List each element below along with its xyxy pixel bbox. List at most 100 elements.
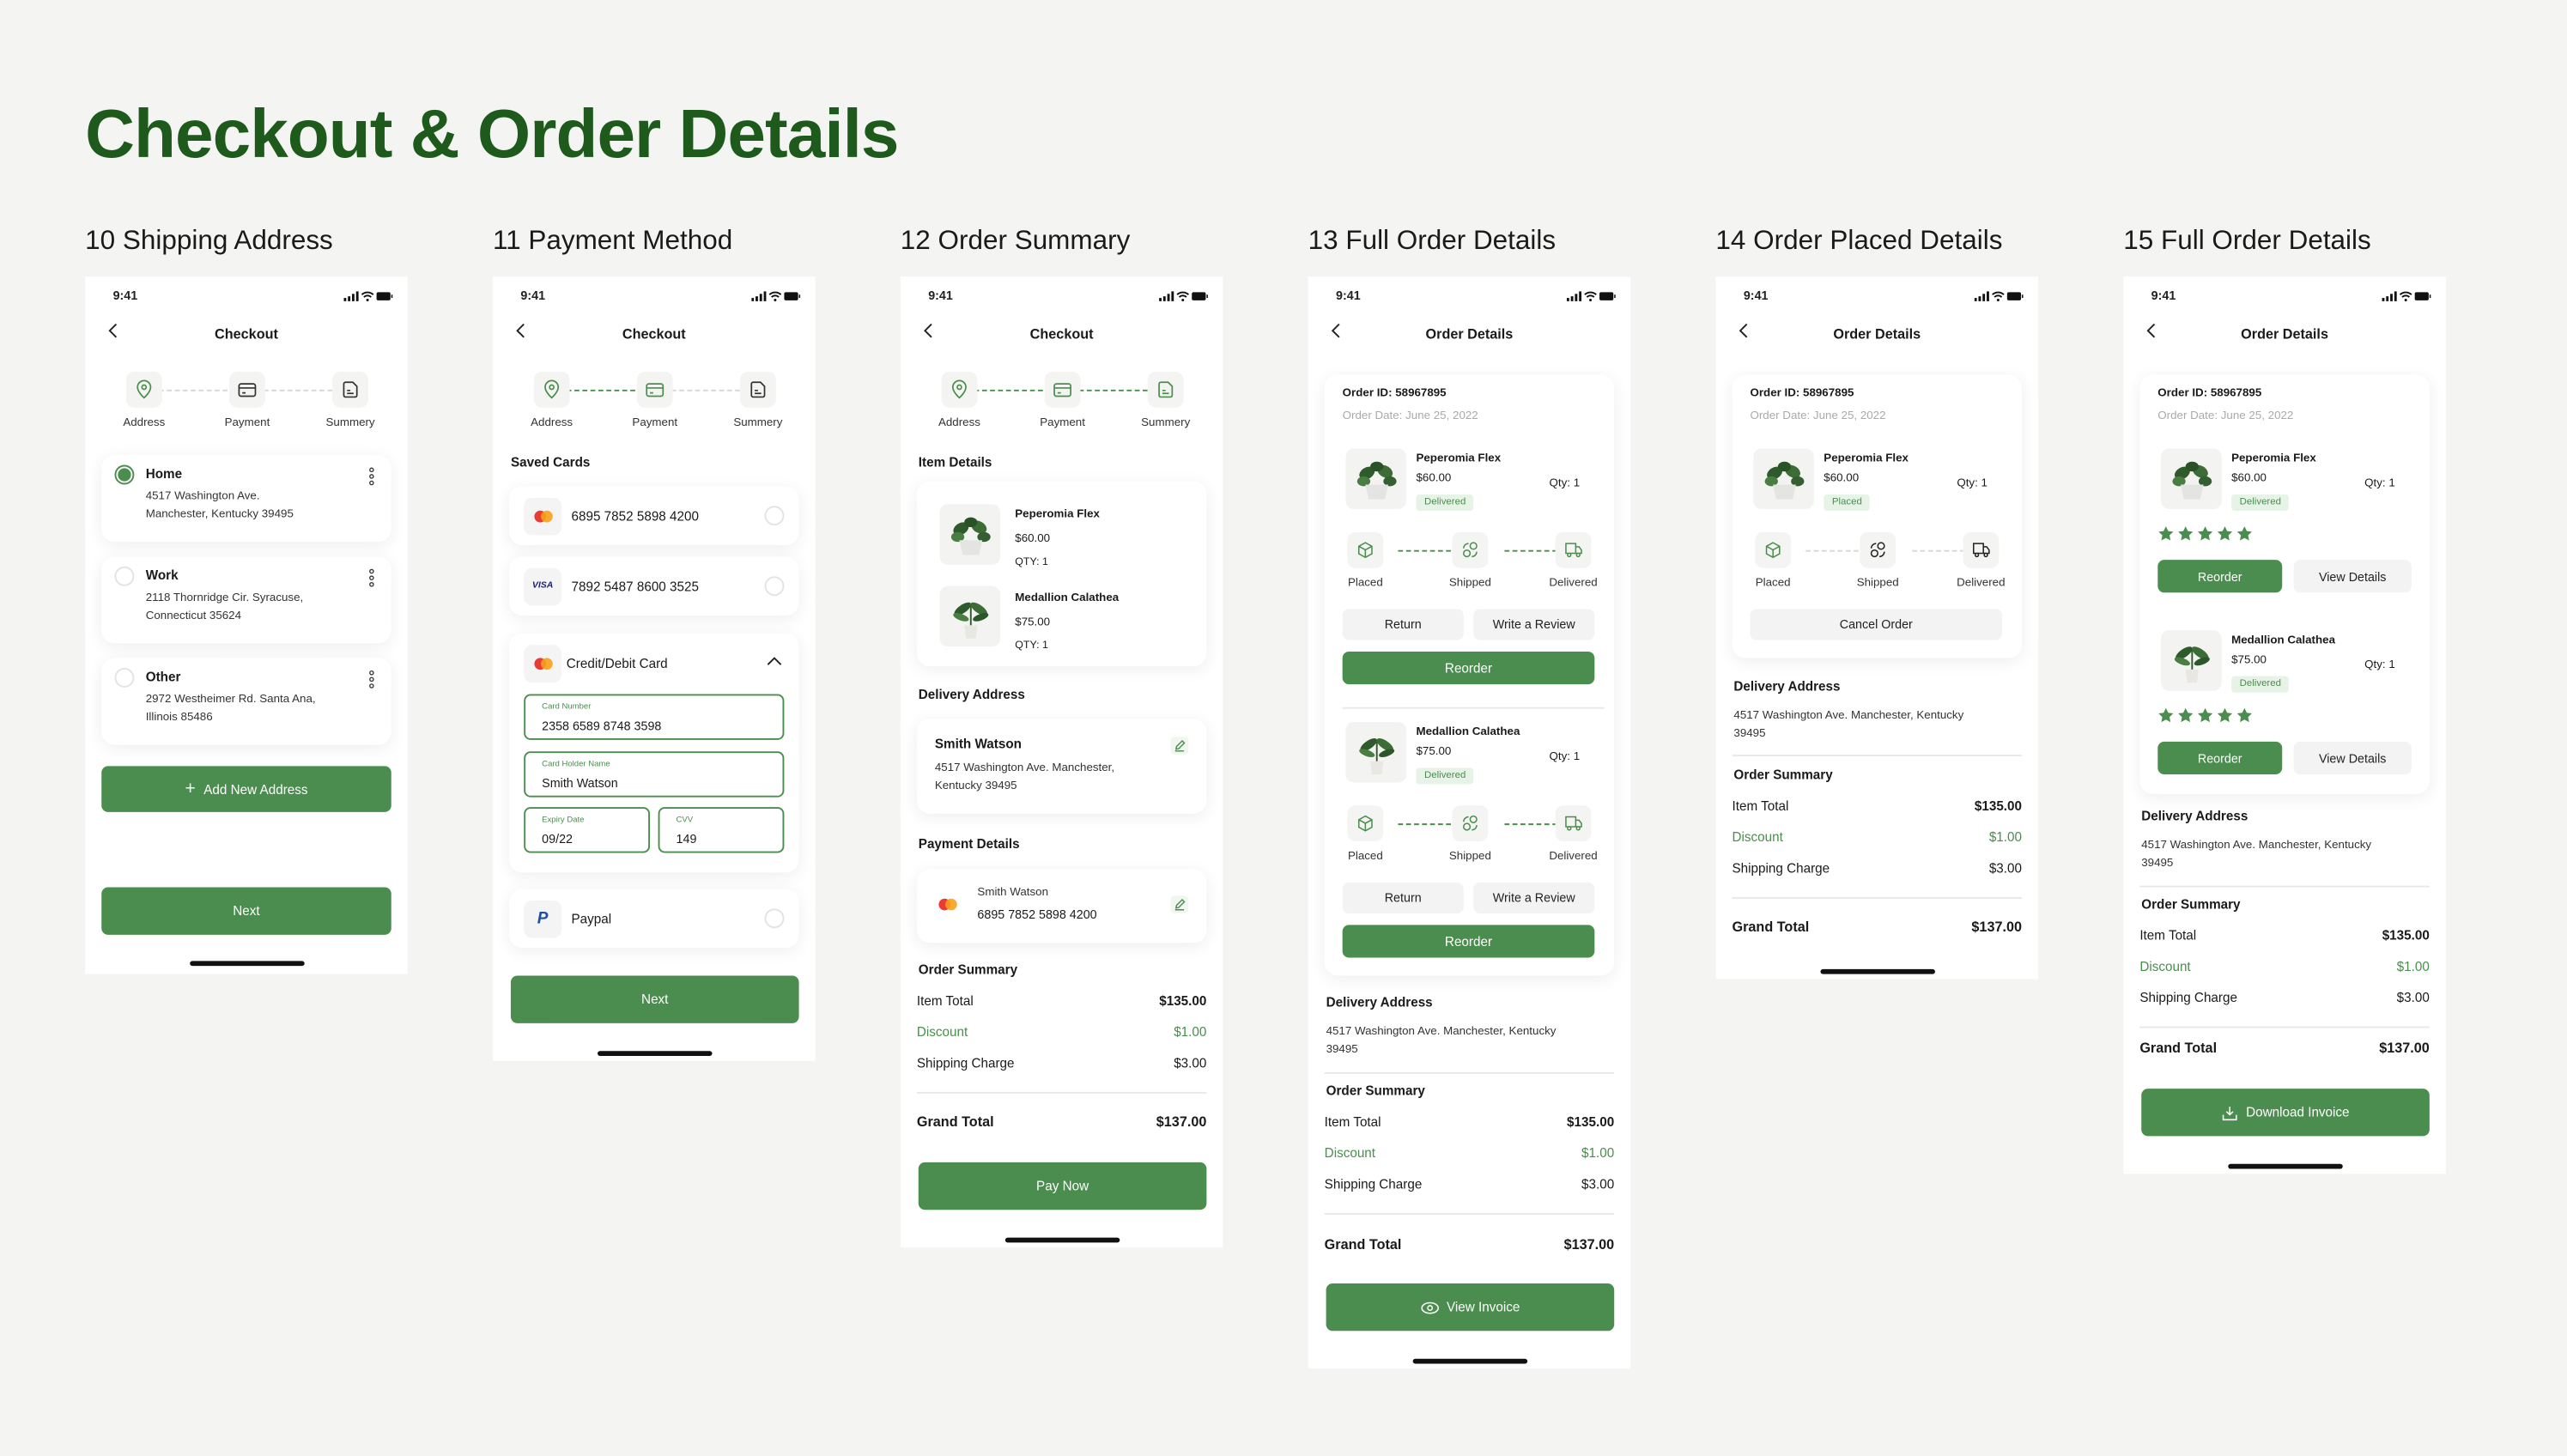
view-details-button[interactable]: View Details xyxy=(2293,560,2412,593)
screen-label-14: 14 Order Placed Details xyxy=(1715,226,2003,256)
star-icon[interactable] xyxy=(2217,525,2233,542)
return-button[interactable]: Return xyxy=(1342,882,1464,914)
status-time: 9:41 xyxy=(520,288,546,303)
product-qty: QTY: 1 xyxy=(1015,640,1048,652)
paypal-option[interactable]: P Paypal xyxy=(509,889,799,949)
star-icon[interactable] xyxy=(2157,707,2174,724)
divider xyxy=(1732,755,2023,756)
product-price: $60.00 xyxy=(2231,473,2267,485)
cardholder-name: Smith Watson xyxy=(977,887,1049,899)
divider xyxy=(2139,885,2430,888)
address-name: Work xyxy=(145,567,179,583)
cancel-order-button[interactable]: Cancel Order xyxy=(1750,609,2003,640)
reorder-button[interactable]: Reorder xyxy=(2157,560,2283,593)
star-icon[interactable] xyxy=(2197,707,2213,724)
step-summary: Summery xyxy=(717,371,798,429)
more-options-icon[interactable] xyxy=(368,568,375,588)
delivery-address-text: 4517 Washington Ave. Manchester, Kentuck… xyxy=(1733,710,1964,740)
expiry-date-field[interactable]: Expiry Date 09/22 xyxy=(524,807,651,853)
address-radio[interactable] xyxy=(114,566,135,586)
star-icon[interactable] xyxy=(2177,525,2194,542)
address-text: 4517 Washington Ave. Manchester, Kentucky… xyxy=(145,491,294,521)
shipped-icon xyxy=(1460,540,1480,560)
delivery-address-label: Delivery Address xyxy=(918,687,1025,703)
reorder-button[interactable]: Reorder xyxy=(2157,741,2283,774)
saved-card-visa[interactable]: VISA 7892 5487 8600 3525 xyxy=(509,556,799,616)
star-icon[interactable] xyxy=(2236,525,2253,542)
rating-stars[interactable] xyxy=(2157,707,2253,724)
status-icons xyxy=(2382,290,2431,303)
box-icon xyxy=(1356,814,1375,834)
status-icons xyxy=(343,290,392,303)
plant-image xyxy=(1759,454,1808,503)
next-button[interactable]: Next xyxy=(101,887,391,935)
write-review-button[interactable]: Write a Review xyxy=(1473,882,1595,914)
order-summary-label: Order Summary xyxy=(918,962,1018,978)
step-label: Address xyxy=(123,417,166,429)
address-card-other[interactable]: Other 2972 Westheimer Rd. Santa Ana, Illi… xyxy=(101,658,391,745)
star-icon[interactable] xyxy=(2197,525,2213,542)
product-qty: Qty: 1 xyxy=(1549,477,1581,490)
tracker-label: Shipped xyxy=(1448,578,1491,590)
address-radio[interactable] xyxy=(114,668,135,688)
item-total-row: Item Total $135.00 xyxy=(1732,798,2023,814)
more-options-icon[interactable] xyxy=(368,466,375,486)
grand-total-row: Grand Total $137.00 xyxy=(2139,1039,2430,1056)
star-icon[interactable] xyxy=(2177,707,2194,724)
order-summary-label: Order Summary xyxy=(2141,896,2241,913)
order-card: Order ID: 58967895 Order Date: June 25, … xyxy=(1324,374,1615,976)
return-button[interactable]: Return xyxy=(1342,609,1464,640)
reorder-button[interactable]: Reorder xyxy=(1342,925,1595,958)
screen-title: Checkout xyxy=(1029,325,1094,343)
saved-card-mastercard[interactable]: 6895 7852 5898 4200 xyxy=(509,486,799,545)
product-name: Medallion Calathea xyxy=(1015,592,1120,604)
card-radio[interactable] xyxy=(764,576,785,597)
product-image xyxy=(939,504,1001,565)
tracker-placed: Placed xyxy=(1733,531,1814,589)
edit-icon[interactable] xyxy=(1169,735,1191,756)
edit-icon[interactable] xyxy=(1169,894,1191,915)
card-holder-field[interactable]: Card Holder Name Smith Watson xyxy=(524,751,785,798)
paypal-radio[interactable] xyxy=(764,908,785,929)
card-number-field[interactable]: Card Number 2358 6589 8748 3598 xyxy=(524,694,785,740)
step-label: Address xyxy=(531,417,573,429)
delivery-address-text: 4517 Washington Ave. Manchester, Kentuck… xyxy=(2141,840,2372,870)
write-review-button[interactable]: Write a Review xyxy=(1473,609,1595,640)
divider xyxy=(1342,707,1605,709)
plant-image xyxy=(1351,728,1400,777)
address-radio-selected[interactable] xyxy=(114,464,135,485)
add-new-address-button[interactable]: + Add New Address xyxy=(101,766,391,812)
document-icon xyxy=(748,379,768,399)
pay-now-button[interactable]: Pay Now xyxy=(918,1162,1207,1210)
star-icon[interactable] xyxy=(2157,525,2174,542)
plant-image xyxy=(1351,454,1400,503)
address-card-work[interactable]: Work 2118 Thornridge Cir. Syracuse, Conne… xyxy=(101,556,391,644)
saved-cards-label: Saved Cards xyxy=(510,455,591,470)
view-invoice-button[interactable]: View Invoice xyxy=(1326,1283,1615,1332)
star-icon[interactable] xyxy=(2217,707,2233,724)
product-price: $60.00 xyxy=(1015,533,1051,545)
discount-row: Discount $1.00 xyxy=(1732,829,2023,845)
more-options-icon[interactable] xyxy=(368,670,375,689)
home-indicator xyxy=(1820,968,1935,974)
card-radio[interactable] xyxy=(764,506,785,526)
status-time: 9:41 xyxy=(112,288,138,303)
star-icon[interactable] xyxy=(2236,707,2253,724)
download-invoice-button[interactable]: Download Invoice xyxy=(2141,1089,2430,1137)
cvv-field[interactable]: CVV 149 xyxy=(658,807,785,853)
shipping-charge-row: Shipping Charge $3.00 xyxy=(1732,861,2023,877)
shipped-icon xyxy=(1868,540,1888,560)
tracker-shipped: Shipped xyxy=(1837,531,1919,589)
order-id: Order ID: 58967895 xyxy=(1342,387,1447,400)
reorder-button[interactable]: Reorder xyxy=(1342,651,1595,685)
view-details-button[interactable]: View Details xyxy=(2293,741,2412,774)
next-button[interactable]: Next xyxy=(510,975,799,1023)
plant-image xyxy=(945,592,994,640)
order-summary-screen: 9:41 Checkout Address Payment Summery It… xyxy=(900,276,1223,1248)
address-card-home[interactable]: Home 4517 Washington Ave. Manchester, Ken… xyxy=(101,455,391,543)
product-qty: Qty: 1 xyxy=(2364,659,2395,671)
rating-stars[interactable] xyxy=(2157,525,2253,542)
step-label: Summery xyxy=(325,417,375,429)
divider xyxy=(2139,1026,2430,1028)
chevron-up-icon[interactable] xyxy=(766,655,782,666)
